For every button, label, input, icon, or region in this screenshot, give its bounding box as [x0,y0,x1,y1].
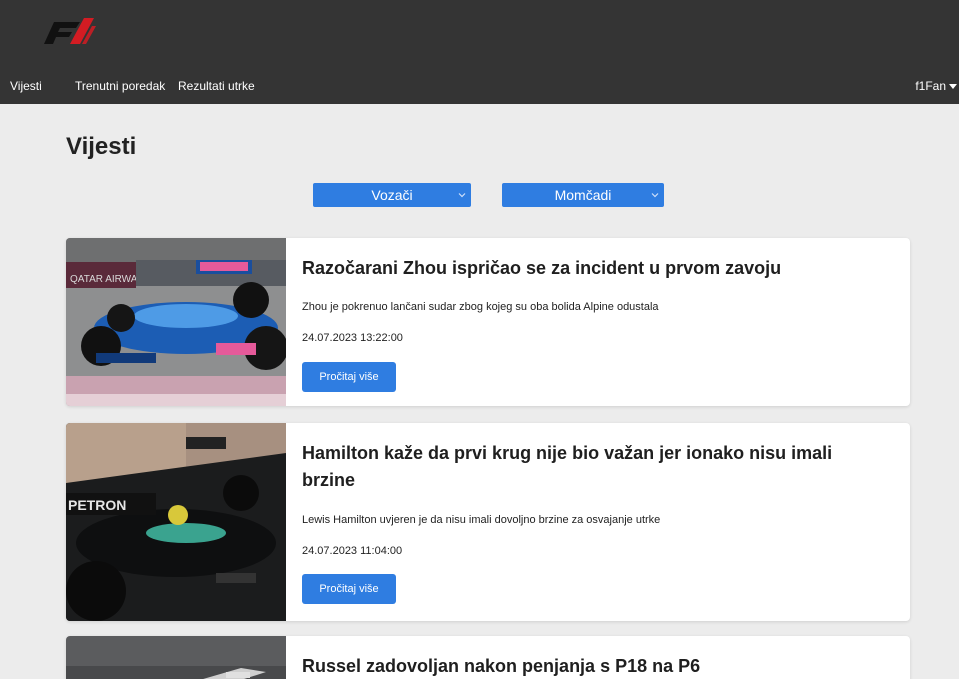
article-description: Lewis Hamilton uvjeren je da nisu imali … [302,514,661,526]
article-date: 24.07.2023 11:04:00 [302,545,403,557]
top-navigation-bar: Vijesti Trenutni poredak Rezultati utrke… [0,0,959,104]
user-name: f1Fan [915,79,946,93]
drivers-filter-select[interactable]: Vozači [313,183,471,207]
drivers-filter-label: Vozači [371,187,413,203]
article-image[interactable]: QATAR AIRWAYS [66,238,286,406]
article-image[interactable] [66,636,286,679]
news-card: QATAR AIRWAYS Razočarani Zhou ispričao s… [66,238,910,406]
caret-down-icon [949,84,957,90]
chevron-down-icon [458,193,466,198]
page-title: Vijesti [66,133,137,160]
article-image[interactable]: PETRON [66,423,286,621]
news-card: Russel zadovoljan nakon penjanja s P18 n… [66,636,910,679]
article-title[interactable]: Russel zadovoljan nakon penjanja s P18 n… [302,653,700,679]
article-title[interactable]: Hamilton kaže da prvi krug nije bio važa… [302,440,890,494]
teams-filter-select[interactable]: Momčadi [502,183,664,207]
main-nav: Vijesti Trenutni poredak Rezultati utrke… [0,78,959,96]
article-description: Zhou je pokrenuo lančani sudar zbog koje… [302,301,659,313]
read-more-button[interactable]: Pročitaj više [302,362,396,392]
user-menu[interactable]: f1Fan [915,78,957,94]
teams-filter-label: Momčadi [554,187,612,203]
read-more-button[interactable]: Pročitaj više [302,574,396,604]
f1-logo[interactable] [40,14,96,46]
news-card: PETRON Hamilton kaže da prvi krug nije b… [66,423,910,621]
mercedes-car-image [66,636,286,679]
chevron-down-icon [651,193,659,198]
article-title[interactable]: Razočarani Zhou ispričao se za incident … [302,255,781,282]
mercedes-car-image: PETRON [66,423,286,621]
alpine-car-image: QATAR AIRWAYS [66,238,286,406]
nav-item-rezultati-utrke[interactable]: Rezultati utrke [178,78,255,94]
nav-item-vijesti[interactable]: Vijesti [10,78,42,94]
svg-text:PETRON: PETRON [68,497,126,513]
article-date: 24.07.2023 13:22:00 [302,332,403,344]
nav-item-trenutni-poredak[interactable]: Trenutni poredak [75,78,165,94]
